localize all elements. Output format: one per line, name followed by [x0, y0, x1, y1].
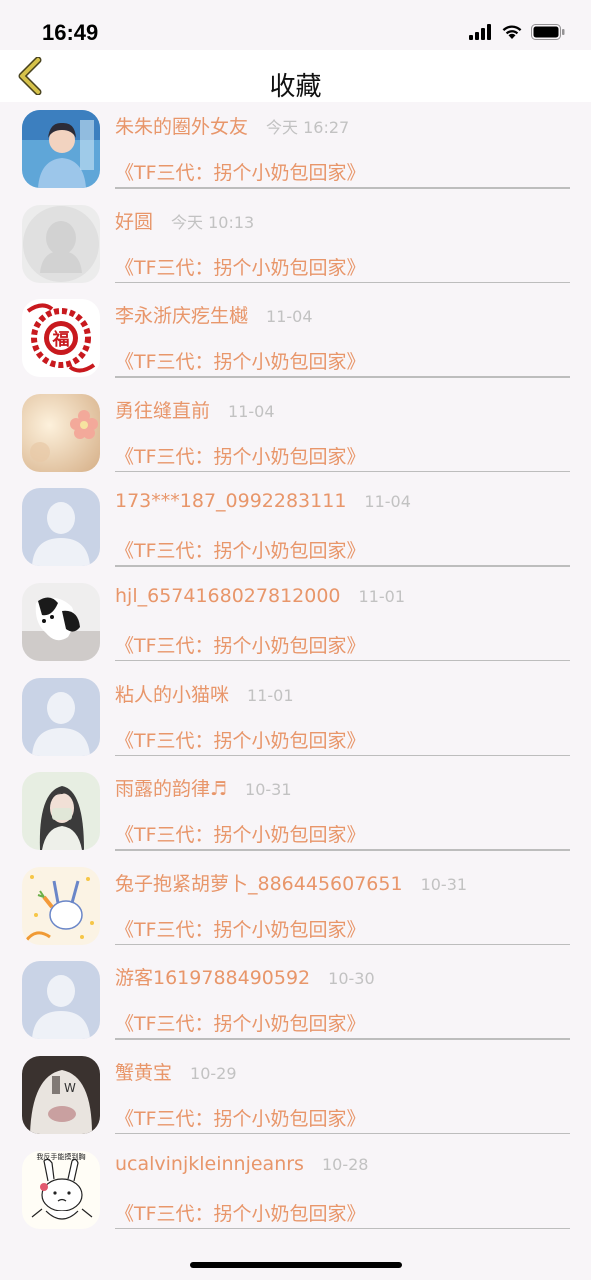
list-item[interactable]: hjl_6574168027812000 11-01 《TF三代：拐个小奶包回家》: [0, 575, 591, 670]
divider: [115, 659, 570, 662]
list-item[interactable]: 雨露的韵律♬ 10-31 《TF三代：拐个小奶包回家》: [0, 764, 591, 859]
divider: [115, 1132, 570, 1135]
avatar[interactable]: [22, 582, 100, 661]
book-link[interactable]: 《TF三代：拐个小奶包回家》: [115, 915, 570, 942]
list-item[interactable]: 我反手能摸到胸 ucalvinjkleinnjeanrs 10-28 《TF三代：拐个…: [0, 1143, 591, 1238]
divider: [115, 1227, 570, 1230]
book-link[interactable]: 《TF三代：拐个小奶包回家》: [115, 442, 570, 469]
avatar[interactable]: [22, 110, 100, 188]
avatar[interactable]: W: [22, 1055, 100, 1134]
favorites-list: 朱朱的圈外女友 今天 16:27 《TF三代：拐个小奶包回家》 好圆 今天 10:13 《…: [0, 102, 591, 1237]
page-title: 收藏: [269, 72, 322, 102]
timestamp: 10-31: [245, 780, 292, 800]
avatar[interactable]: [22, 772, 100, 851]
user-name[interactable]: 李永浙庆疙生樾: [115, 301, 248, 328]
list-item[interactable]: 勇往缝直前 11-04 《TF三代：拐个小奶包回家》: [0, 386, 591, 481]
divider: [115, 849, 570, 851]
book-link[interactable]: 《TF三代：拐个小奶包回家》: [115, 158, 570, 185]
avatar[interactable]: [22, 204, 100, 283]
divider: [115, 470, 570, 473]
status-icons: [469, 24, 565, 40]
avatar[interactable]: 福: [22, 299, 100, 378]
list-item[interactable]: 粘人的小猫咪 11-01 《TF三代：拐个小奶包回家》: [0, 670, 591, 765]
book-link[interactable]: 《TF三代：拐个小奶包回家》: [115, 1104, 570, 1131]
avatar[interactable]: [22, 866, 100, 945]
list-item[interactable]: 福 李永浙庆疙生樾 11-04 《TF三代：拐个小奶包回家》: [0, 291, 591, 386]
divider: [115, 187, 570, 189]
user-name[interactable]: 朱朱的圈外女友: [115, 112, 248, 139]
timestamp: 11-04: [364, 492, 411, 512]
home-indicator: [190, 1262, 402, 1268]
name-line: 好圆 今天 10:13: [115, 207, 254, 235]
battery-icon: [531, 24, 565, 40]
book-link[interactable]: 《TF三代：拐个小奶包回家》: [115, 820, 570, 847]
avatar[interactable]: 我反手能摸到胸: [22, 1150, 100, 1229]
timestamp: 10-29: [190, 1063, 237, 1083]
svg-text:福: 福: [52, 329, 70, 350]
book-link[interactable]: 《TF三代：拐个小奶包回家》: [115, 726, 570, 753]
status-time: 16:49: [42, 20, 99, 45]
name-line: 兔子抱紧胡萝卜_886445607651 10-31: [115, 869, 467, 897]
list-item[interactable]: 173***187_0992283111 11-04 《TF三代：拐个小奶包回家》: [0, 480, 591, 575]
name-line: 粘人的小猫咪 11-01: [115, 680, 294, 708]
name-line: ucalvinjkleinnjeanrs 10-28: [115, 1153, 368, 1181]
user-name[interactable]: 好圆: [115, 207, 153, 234]
user-name[interactable]: ucalvinjkleinnjeanrs: [115, 1153, 304, 1175]
timestamp: 10-30: [328, 969, 375, 989]
divider: [115, 281, 570, 284]
divider: [115, 376, 570, 378]
name-line: 雨露的韵律♬ 10-31: [115, 774, 292, 802]
avatar[interactable]: [22, 961, 100, 1040]
name-line: 朱朱的圈外女友 今天 16:27: [115, 112, 349, 140]
name-line: hjl_6574168027812000 11-01: [115, 585, 405, 613]
timestamp: 11-04: [228, 401, 275, 421]
list-item[interactable]: 游客1619788490592 10-30 《TF三代：拐个小奶包回家》: [0, 953, 591, 1048]
status-bar: 16:49: [0, 0, 591, 50]
avatar[interactable]: [22, 488, 100, 567]
name-line: 蟹黄宝 10-29: [115, 1058, 237, 1086]
signal-icon: [469, 24, 491, 40]
user-name[interactable]: 兔子抱紧胡萝卜_886445607651: [115, 869, 403, 896]
user-name[interactable]: 雨露的韵律♬: [115, 774, 227, 801]
user-name[interactable]: 勇往缝直前: [115, 396, 210, 423]
book-link[interactable]: 《TF三代：拐个小奶包回家》: [115, 253, 570, 280]
svg-text:W: W: [64, 1081, 76, 1095]
avatar[interactable]: [22, 393, 100, 472]
book-link[interactable]: 《TF三代：拐个小奶包回家》: [115, 1199, 570, 1226]
book-link[interactable]: 《TF三代：拐个小奶包回家》: [115, 536, 570, 563]
nav-bar: 收藏: [0, 50, 591, 102]
divider: [115, 754, 570, 757]
list-item[interactable]: 兔子抱紧胡萝卜_886445607651 10-31 《TF三代：拐个小奶包回家》: [0, 859, 591, 954]
avatar[interactable]: [22, 677, 100, 756]
book-link[interactable]: 《TF三代：拐个小奶包回家》: [115, 1009, 570, 1036]
user-name[interactable]: 蟹黄宝: [115, 1058, 172, 1085]
name-line: 173***187_0992283111 11-04: [115, 490, 411, 518]
timestamp: 今天 16:27: [266, 118, 350, 137]
book-link[interactable]: 《TF三代：拐个小奶包回家》: [115, 347, 570, 374]
wifi-icon: [502, 25, 522, 39]
name-line: 李永浙庆疙生樾 11-04: [115, 301, 313, 329]
avatar-caption: 我反手能摸到胸: [36, 1152, 86, 1161]
user-name[interactable]: 173***187_0992283111: [115, 490, 346, 512]
user-name[interactable]: hjl_6574168027812000: [115, 585, 341, 607]
timestamp: 11-04: [266, 307, 313, 327]
list-item[interactable]: W 蟹黄宝 10-29 《TF三代：拐个小奶包回家》: [0, 1048, 591, 1143]
list-item[interactable]: 朱朱的圈外女友 今天 16:27 《TF三代：拐个小奶包回家》: [0, 102, 591, 197]
user-name[interactable]: 游客1619788490592: [115, 963, 310, 990]
name-line: 勇往缝直前 11-04: [115, 396, 275, 424]
divider: [115, 943, 570, 946]
name-line: 游客1619788490592 10-30: [115, 963, 375, 991]
list-item[interactable]: 好圆 今天 10:13 《TF三代：拐个小奶包回家》: [0, 197, 591, 292]
divider: [115, 1038, 570, 1040]
timestamp: 11-01: [247, 685, 294, 705]
timestamp: 10-31: [420, 874, 468, 894]
timestamp: 11-01: [358, 586, 406, 606]
timestamp: 今天 10:13: [171, 212, 255, 232]
timestamp: 10-28: [321, 1154, 369, 1174]
divider: [115, 565, 570, 567]
book-link[interactable]: 《TF三代：拐个小奶包回家》: [115, 631, 570, 658]
user-name[interactable]: 粘人的小猫咪: [115, 680, 229, 707]
